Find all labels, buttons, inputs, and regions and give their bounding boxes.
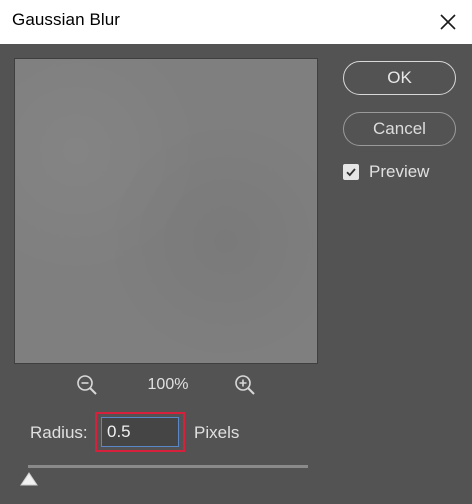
zoom-out-button[interactable] xyxy=(76,374,98,401)
radius-slider-thumb[interactable] xyxy=(20,472,38,486)
zoom-level: 100% xyxy=(147,376,189,393)
checkmark-icon xyxy=(346,168,356,177)
preview-window[interactable] xyxy=(14,58,318,364)
preview-label: Preview xyxy=(369,162,430,181)
radius-label: Radius: xyxy=(30,423,88,442)
radius-unit-label: Pixels xyxy=(194,423,240,442)
radius-slider-track[interactable] xyxy=(28,465,308,468)
preview-checkbox[interactable] xyxy=(343,164,359,180)
zoom-controls: 100% xyxy=(0,372,330,402)
zoom-out-icon xyxy=(77,375,97,395)
radius-input[interactable] xyxy=(101,417,179,447)
ok-button[interactable]: OK xyxy=(343,61,456,95)
dialog-title: Gaussian Blur xyxy=(12,10,121,29)
zoom-in-icon xyxy=(235,375,255,395)
zoom-in-button[interactable] xyxy=(234,374,256,401)
close-button[interactable] xyxy=(430,4,466,40)
close-icon xyxy=(440,14,456,30)
preview-image[interactable] xyxy=(16,60,316,362)
gaussian-blur-dialog: Gaussian Blur OK Cancel Preview 100% Rad… xyxy=(0,0,472,504)
cancel-button[interactable]: Cancel xyxy=(343,112,456,146)
preview-checkbox-row[interactable]: Preview xyxy=(343,161,429,183)
title-bar: Gaussian Blur xyxy=(0,0,472,44)
